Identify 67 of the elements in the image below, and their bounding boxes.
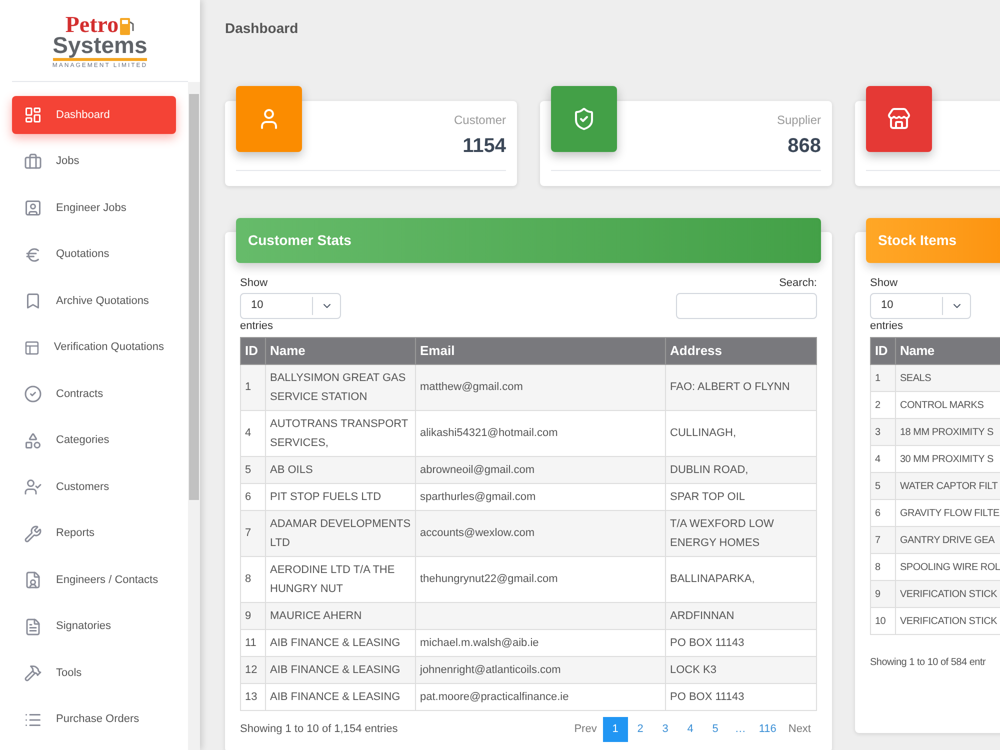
sidebar-item[interactable]: Archive Quotations bbox=[12, 282, 176, 320]
shield-check-icon bbox=[572, 107, 596, 131]
pagination-button[interactable]: Next bbox=[782, 717, 817, 742]
hammer-icon bbox=[24, 664, 42, 682]
stat-value: 1154 bbox=[462, 134, 506, 159]
user-check-icon bbox=[24, 478, 42, 496]
table-cell: 7 bbox=[240, 510, 266, 556]
fuel-pump-icon bbox=[118, 16, 135, 36]
column-header: Name bbox=[266, 338, 416, 364]
sidebar-item[interactable]: Engineers / Contacts bbox=[12, 561, 176, 599]
stat-label: Supplier bbox=[776, 112, 821, 129]
contact-file-icon bbox=[24, 571, 42, 589]
page-title: Dashboard bbox=[225, 19, 300, 38]
store-icon bbox=[887, 107, 911, 131]
entries-info: Showing 1 to 10 of 584 entr bbox=[870, 657, 986, 668]
sidebar-item[interactable]: Engineer Jobs bbox=[12, 189, 176, 227]
shapes-icon bbox=[24, 432, 42, 450]
document-icon bbox=[24, 618, 42, 636]
bookmark-icon bbox=[24, 292, 42, 310]
logo-word: Petro bbox=[65, 12, 119, 36]
stat-label: Customer bbox=[454, 112, 506, 129]
briefcase-icon bbox=[24, 152, 42, 170]
table-cell: 4 bbox=[240, 410, 266, 456]
sidebar-item[interactable]: Categories bbox=[12, 422, 176, 460]
stat-value: 868 bbox=[788, 134, 821, 159]
column-header: ID bbox=[240, 338, 266, 364]
column-header: Email bbox=[416, 338, 666, 364]
table-cell: AIB FINANCE & LEASING bbox=[266, 684, 416, 710]
table-cell: 8 bbox=[240, 556, 266, 602]
layout-icon bbox=[24, 338, 40, 356]
tools-icon bbox=[24, 524, 42, 542]
pagination-button[interactable]: Prev bbox=[568, 717, 603, 742]
page-size-select[interactable]: 10 bbox=[870, 292, 971, 318]
search-label: Search: bbox=[779, 276, 817, 291]
pagination-button[interactable]: 4 bbox=[678, 717, 703, 742]
column-header: ID bbox=[870, 338, 896, 364]
sidebar-item[interactable]: Customers bbox=[12, 468, 176, 506]
table-cell: 10 bbox=[870, 608, 896, 634]
sidebar-item[interactable]: Dashboard bbox=[12, 96, 176, 134]
dashboard-icon bbox=[24, 106, 42, 124]
sidebar-item[interactable]: Reports bbox=[12, 514, 176, 552]
sidebar-item[interactable]: Purchase Orders bbox=[12, 700, 176, 738]
column-header: Address bbox=[666, 338, 816, 364]
sidebar-item[interactable]: Verification Quotations bbox=[12, 328, 176, 366]
search-field[interactable] bbox=[676, 292, 817, 318]
entries-info: Showing 1 to 10 of 1,154 entries bbox=[240, 722, 398, 738]
euro-icon bbox=[24, 246, 42, 264]
entries-label: entries bbox=[240, 318, 274, 334]
table-cell: 13 bbox=[240, 684, 266, 710]
show-label: Show bbox=[240, 276, 269, 291]
table-cell: pat.moore@practicalfinance.ie bbox=[416, 684, 666, 710]
table-cell: 1 bbox=[240, 364, 266, 410]
page-size-select[interactable]: 10 bbox=[240, 292, 341, 318]
entries-label: entries bbox=[870, 318, 904, 334]
card-title: Stock Items bbox=[878, 231, 957, 250]
sidebar-item[interactable]: Jobs bbox=[12, 142, 176, 180]
check-circle-icon bbox=[24, 385, 42, 403]
id-badge-icon bbox=[24, 199, 42, 217]
sidebar-item[interactable]: Tools bbox=[12, 654, 176, 692]
scrollbar[interactable] bbox=[188, 82, 200, 750]
sidebar-item[interactable]: Quotations bbox=[12, 236, 176, 274]
sidebar-item[interactable]: Contracts bbox=[12, 375, 176, 413]
table-cell: PO BOX 11143 bbox=[666, 684, 816, 710]
sidebar-item[interactable]: Signatories bbox=[12, 608, 176, 646]
card-title: Customer Stats bbox=[248, 231, 352, 250]
show-label: Show bbox=[870, 276, 899, 291]
logo-word: Systems bbox=[52, 34, 148, 56]
